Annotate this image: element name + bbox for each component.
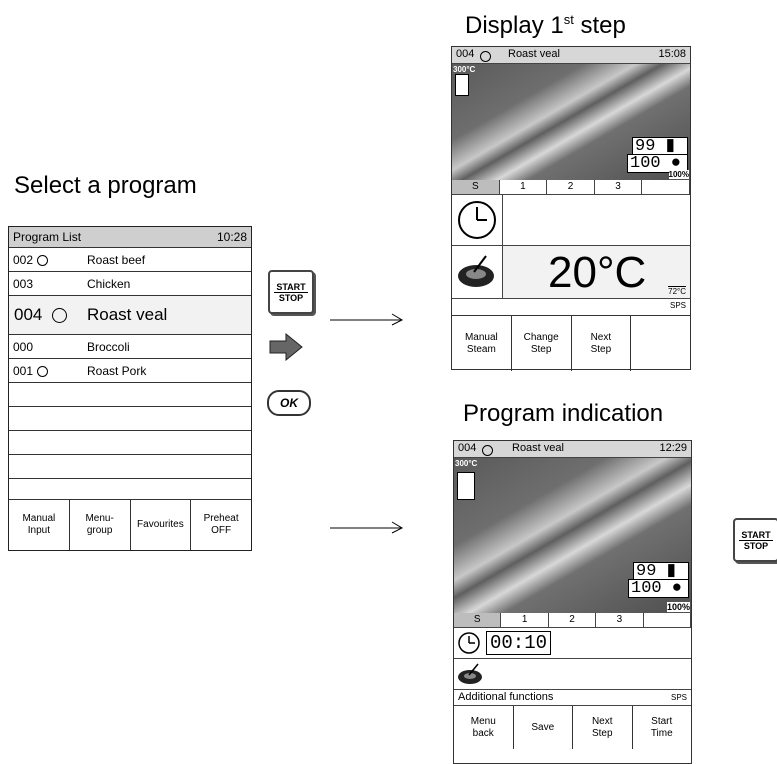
time-row: [452, 195, 690, 246]
tab-3[interactable]: 3: [596, 613, 644, 627]
sps-label: SPS: [669, 301, 686, 310]
tab-1[interactable]: 1: [501, 613, 549, 627]
tab-empty: [642, 180, 690, 194]
start-stop-button[interactable]: START STOP: [733, 518, 777, 562]
thermometer-icon: [455, 74, 469, 96]
program-list-titlebar: Program List 10:28: [9, 227, 251, 248]
empty-button: [631, 316, 690, 371]
smiley-icon: [480, 50, 491, 62]
program-row-empty: [9, 431, 251, 455]
program-row[interactable]: 003 Chicken: [9, 272, 251, 296]
food-photo: 300°C 99 ▮ 100 ● 100%: [454, 458, 691, 613]
sps-label: SPS: [670, 693, 687, 702]
change-step-button[interactable]: Change Step: [512, 316, 572, 371]
program-list-time: 10:28: [216, 230, 247, 244]
tab-2[interactable]: 2: [549, 613, 597, 627]
next-step-button[interactable]: Next Step: [573, 706, 633, 749]
tab-3[interactable]: 3: [595, 180, 643, 194]
next-step-button[interactable]: Next Step: [572, 316, 632, 371]
step-tabs: S 1 2 3: [454, 613, 692, 628]
program-row-selected[interactable]: 004 Roast veal: [9, 296, 251, 335]
core-probe-icon: [458, 663, 482, 684]
preheat-off-button[interactable]: Preheat OFF: [191, 500, 251, 550]
tab-empty: [644, 613, 692, 627]
favourites-button[interactable]: Favourites: [131, 500, 192, 550]
manual-steam-button[interactable]: Manual Steam: [452, 316, 512, 371]
temperature-value: 100 ●: [628, 579, 689, 598]
arrow-right-icon: [269, 333, 303, 361]
smiley-icon: [37, 254, 49, 266]
screen-status-bar: 004 Roast veal 12:29: [454, 441, 691, 458]
ok-button[interactable]: OK: [267, 390, 311, 416]
core-temp-row: [454, 659, 691, 690]
program-indication-screen: 004 Roast veal 12:29 300°C 99 ▮ 100 ● 10…: [453, 440, 692, 764]
clock-icon: [458, 201, 496, 239]
save-button[interactable]: Save: [514, 706, 573, 749]
program-indication-heading: Program indication: [463, 400, 664, 427]
food-photo: 300°C 99 ▮ 100 ● 100%: [452, 64, 690, 180]
program-row[interactable]: 000 Broccoli: [9, 335, 251, 359]
start-stop-button[interactable]: START STOP: [268, 270, 314, 314]
manual-input-button[interactable]: Manual Input: [9, 500, 70, 550]
arrow-line-icon: [330, 521, 404, 534]
tab-s[interactable]: S: [452, 180, 500, 194]
screen2-buttons: Menu back Save Next Step Start Time: [454, 706, 691, 749]
program-row-empty: [9, 455, 251, 479]
program-row-empty: [9, 407, 251, 431]
program-row-empty: [9, 383, 251, 407]
program-row[interactable]: 002 Roast beef: [9, 248, 251, 272]
core-temp-row: 20°C 72°C: [452, 246, 690, 299]
program-list-buttons: Manual Input Menu- group Favourites Preh…: [9, 499, 251, 550]
arrow-line-icon: [330, 313, 404, 326]
time-row: 00:10: [454, 628, 691, 659]
core-target-temp: 72°C: [668, 286, 686, 296]
start-time-button[interactable]: Start Time: [633, 706, 692, 749]
program-list-panel: Program List 10:28 002 Roast beef 003 Chic…: [8, 226, 252, 551]
display-first-step-heading: Display 1st step: [465, 12, 626, 39]
tab-1[interactable]: 1: [500, 180, 548, 194]
smiley-icon: [482, 444, 493, 456]
timer-value[interactable]: 00:10: [486, 631, 552, 655]
smiley-icon: [37, 365, 49, 377]
clock-icon: [458, 632, 480, 654]
tab-2[interactable]: 2: [547, 180, 595, 194]
select-program-heading: Select a program: [14, 172, 197, 199]
tab-s[interactable]: S: [454, 613, 502, 627]
program-row[interactable]: 001 Roast Pork: [9, 359, 251, 383]
screen1-buttons: Manual Steam Change Step Next Step: [452, 315, 690, 371]
core-temperature: 20°C: [548, 248, 647, 297]
screen-status-bar: 004 Roast veal 15:08: [452, 47, 690, 64]
display-first-step-screen: 004 Roast veal 15:08 300°C 99 ▮ 100 ● 10…: [451, 46, 691, 371]
menu-group-button[interactable]: Menu- group: [70, 500, 131, 550]
smiley-icon: [52, 308, 68, 324]
thermometer-icon: [457, 472, 475, 500]
program-list-title: Program List: [13, 230, 82, 244]
menu-back-button[interactable]: Menu back: [454, 706, 514, 749]
core-probe-icon: [458, 255, 494, 287]
step-tabs: S 1 2 3: [452, 180, 690, 195]
additional-functions-label: Additional functions: [458, 691, 554, 703]
